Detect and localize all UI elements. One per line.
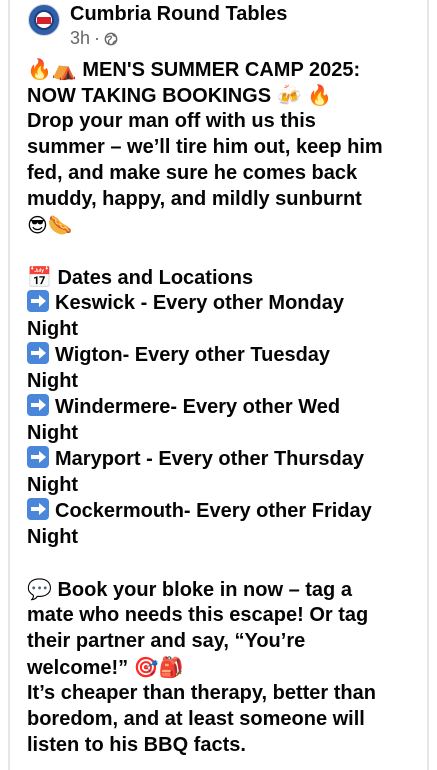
hotdog-icon: 🌭 [47, 213, 73, 237]
post-line: 😎🌭 [27, 212, 417, 238]
post-line: welcome!” 🎯🎒 [27, 654, 417, 680]
post-line: fed, and make sure he comes back [27, 162, 358, 184]
sunglasses-icon: 😎 [27, 213, 48, 237]
beers-icon: 🍻 [276, 83, 302, 107]
location-item: Maryport - Every other Thursday [27, 446, 417, 472]
calendar-icon: 📅 [27, 265, 52, 289]
post-line: NOW TAKING BOOKINGS 🍻 🔥 [27, 82, 417, 108]
post-meta: 3h · [70, 28, 118, 49]
post-line: their partner and say, “You’re [27, 630, 306, 652]
post-line: boredom, and at least someone will [27, 708, 365, 730]
post-line: muddy, happy, and mildly sunburnt [27, 188, 362, 210]
location-item-cont: Night [27, 526, 79, 548]
avatar-logo-band [37, 17, 51, 24]
post-header: Cumbria Round Tables 3h · [28, 3, 421, 50]
location-item: Windermere- Every other Wed [27, 394, 417, 420]
location-text: Keswick - Every other Monday [55, 292, 344, 314]
location-text: Maryport - Every other Thursday [55, 448, 364, 470]
post-line: mate who needs this escape! Or tag [27, 604, 369, 626]
post-line: 🔥⛺ MEN'S SUMMER CAMP 2025: [27, 56, 417, 82]
post-line: 💬 Book your bloke in now – tag a [27, 576, 417, 602]
speech-bubble-icon: 💬 [27, 577, 52, 601]
right-arrow-icon [27, 446, 49, 468]
post-text: 🔥⛺ MEN'S SUMMER CAMP 2025: NOW TAKING BO… [27, 56, 417, 758]
tent-icon: ⛺ [51, 57, 77, 81]
target-icon: 🎯 [133, 655, 159, 679]
post-line: Drop your man off with us this [27, 110, 316, 132]
cta-text: welcome!” [27, 657, 129, 679]
location-text: Cockermouth- Every other Friday [55, 500, 372, 522]
meta-separator: · [94, 28, 101, 48]
page-avatar[interactable] [28, 4, 60, 36]
backpack-icon: 🎒 [158, 655, 184, 679]
dates-heading: Dates and Locations [57, 267, 254, 289]
headline-part1: MEN'S SUMMER CAMP 2025: [82, 59, 361, 81]
location-text: Windermere- Every other Wed [55, 396, 341, 418]
location-item-cont: Night [27, 318, 79, 340]
location-item: Keswick - Every other Monday [27, 290, 417, 316]
cta-text: Book your bloke in now – tag a [57, 579, 352, 601]
right-arrow-icon [27, 394, 49, 416]
post-line: 📅 Dates and Locations [27, 264, 417, 290]
globe-icon[interactable] [104, 32, 118, 46]
right-arrow-icon [27, 498, 49, 520]
right-arrow-icon [27, 342, 49, 364]
location-text: Wigton- Every other Tuesday [55, 344, 331, 366]
post-line: It’s cheaper than therapy, better than [27, 682, 376, 704]
location-item-cont: Night [27, 370, 79, 392]
page-name-link[interactable]: Cumbria Round Tables [70, 3, 287, 26]
location-item-cont: Night [27, 422, 79, 444]
post-line: listen to his BBQ facts. [27, 734, 246, 756]
post-border-right [427, 0, 429, 770]
post-line: summer – we’ll tire him out, keep him [27, 136, 383, 158]
location-item-cont: Night [27, 474, 79, 496]
headline-part2: NOW TAKING BOOKINGS [27, 85, 272, 107]
post-time[interactable]: 3h [70, 28, 90, 49]
right-arrow-icon [27, 290, 49, 312]
location-item: Cockermouth- Every other Friday [27, 498, 417, 524]
location-item: Wigton- Every other Tuesday [27, 342, 417, 368]
post-border-left [8, 0, 10, 770]
fire-icon: 🔥 [27, 57, 52, 81]
fire-icon: 🔥 [307, 83, 332, 107]
